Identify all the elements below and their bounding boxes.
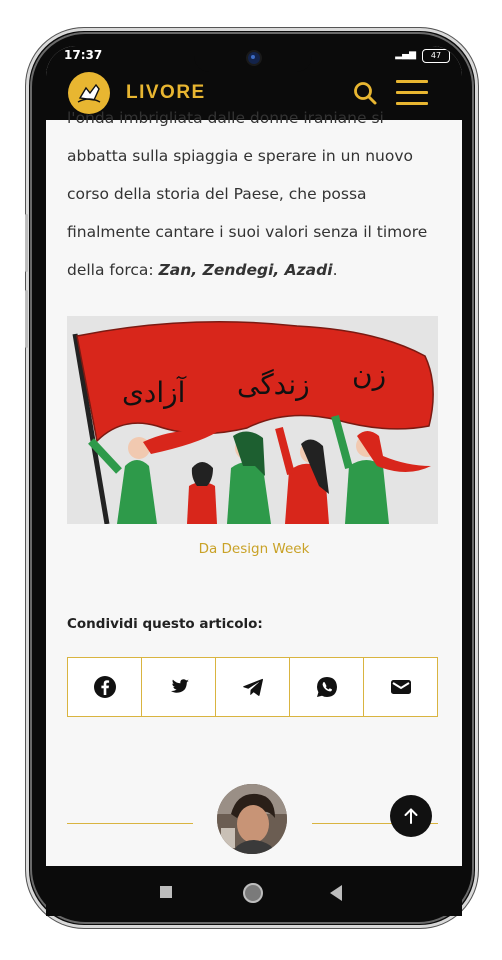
recent-apps-button[interactable] bbox=[160, 886, 172, 898]
article-text-suffix: . bbox=[332, 261, 338, 279]
article-line: della forca: Zan, Zendegi, Azadi. bbox=[67, 251, 442, 289]
article-text-prefix: della forca: bbox=[67, 261, 159, 279]
share-facebook-button[interactable] bbox=[68, 658, 142, 716]
article-illustration: زن زندگی آزادی bbox=[67, 316, 438, 524]
image-caption[interactable]: Da Design Week bbox=[46, 541, 462, 557]
email-icon bbox=[390, 680, 411, 694]
divider-left bbox=[67, 823, 193, 824]
back-button[interactable] bbox=[330, 885, 342, 901]
android-nav-bar bbox=[46, 866, 462, 916]
author-avatar[interactable] bbox=[217, 784, 287, 854]
signal-icon: ▂▄▆ bbox=[395, 50, 416, 60]
share-telegram-button[interactable] bbox=[216, 658, 290, 716]
facebook-icon bbox=[93, 676, 116, 698]
article-text: l'onda imbrigliata dalle donne iraniane … bbox=[67, 99, 442, 289]
whatsapp-icon bbox=[316, 677, 337, 697]
twitter-icon bbox=[170, 679, 189, 693]
telegram-icon bbox=[242, 678, 263, 696]
scroll-to-top-button[interactable] bbox=[390, 795, 432, 837]
flag-text-zendegi: زندگی bbox=[237, 368, 310, 401]
share-buttons bbox=[67, 657, 438, 717]
status-time: 17:37 bbox=[64, 48, 103, 62]
volume-button-2 bbox=[25, 290, 28, 348]
article-line: l'onda imbrigliata dalle donne iraniane … bbox=[67, 109, 384, 127]
volume-button bbox=[25, 214, 28, 272]
article-emphasis: Zan, Zendegi, Azadi bbox=[158, 261, 333, 279]
share-label: Condividi questo articolo: bbox=[67, 616, 263, 632]
article-line: corso della storia del Paese, che possa bbox=[67, 185, 367, 203]
screen: 17:37 ▂▄▆ 47 LIVORE l'onda imbrigliata d… bbox=[46, 46, 462, 866]
arrow-up-icon bbox=[404, 808, 418, 824]
article-line: abbatta sulla spiaggia e sperare in un n… bbox=[67, 147, 414, 165]
article-line: finalmente cantare i suoi valori senza i… bbox=[67, 223, 428, 241]
home-button[interactable] bbox=[243, 883, 263, 903]
camera-notch bbox=[194, 46, 312, 72]
flag-text-azadi: آزادی bbox=[122, 376, 187, 409]
share-twitter-button[interactable] bbox=[142, 658, 216, 716]
flag-text-zan: زن bbox=[352, 358, 386, 391]
camera-icon bbox=[246, 50, 262, 66]
battery-icon: 47 bbox=[422, 49, 450, 63]
share-email-button[interactable] bbox=[364, 658, 437, 716]
share-whatsapp-button[interactable] bbox=[290, 658, 364, 716]
